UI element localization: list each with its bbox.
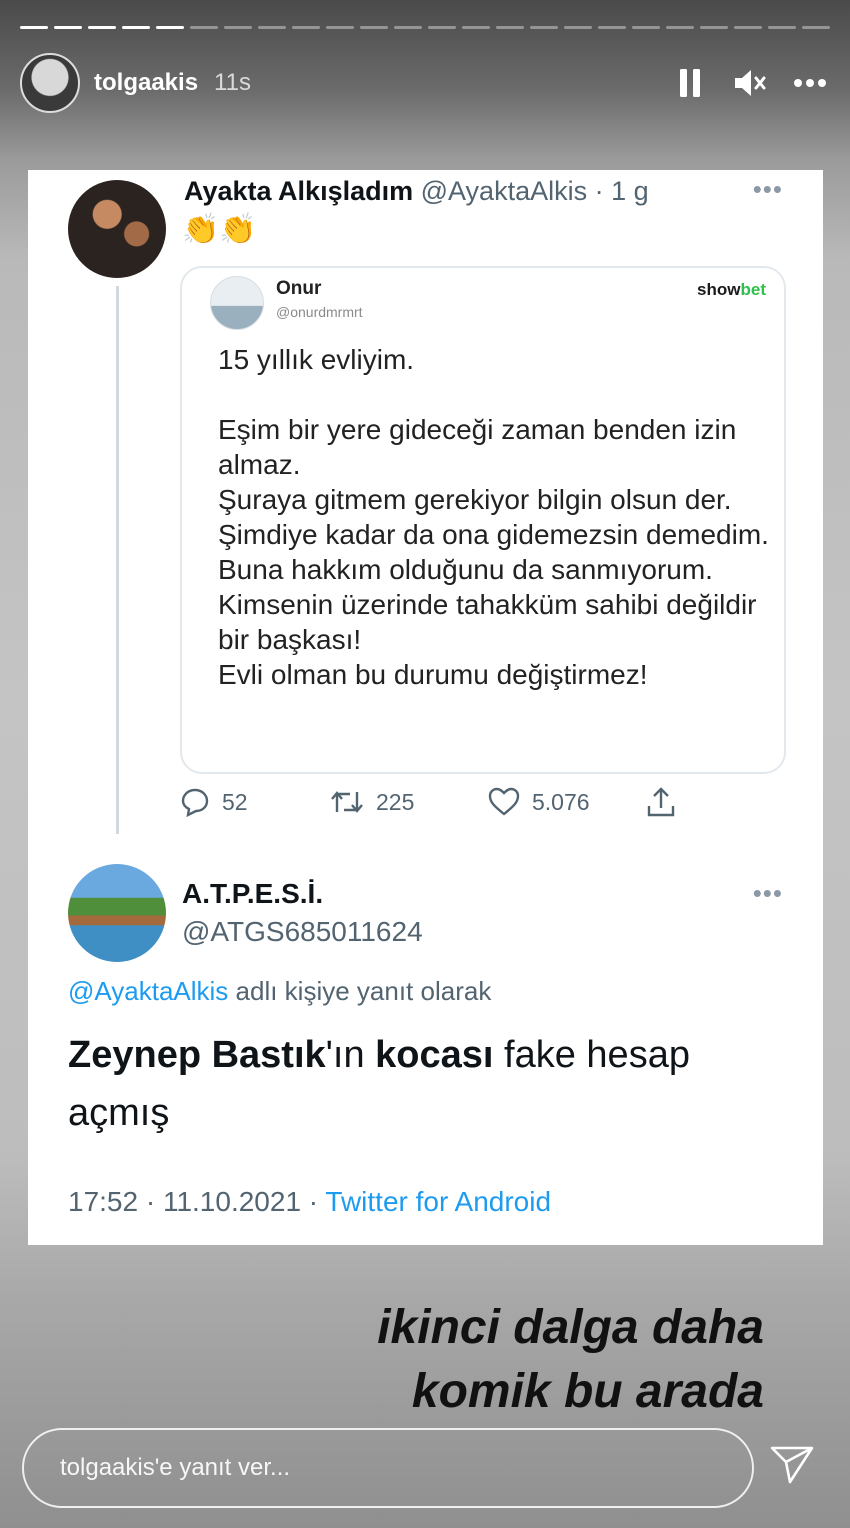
progress-segment (394, 26, 422, 29)
caption-line-1: ikinci dalga daha (377, 1301, 764, 1354)
tweet2-meta: 17:52 · 11.10.2021 · Twitter for Android (68, 1186, 551, 1218)
tweet2-source: Twitter for Android (325, 1186, 552, 1217)
tweet1-header: Ayakta Alkışladım @AyaktaAlkis · 1 g (184, 176, 649, 207)
send-icon[interactable] (768, 1440, 816, 1488)
story-controls (670, 63, 830, 103)
reply-placeholder: tolgaakis'e yanıt ver... (60, 1454, 291, 1481)
caption-line-2: komik bu arada (411, 1365, 764, 1418)
tweet1-emoji: 👏👏 (182, 213, 257, 246)
story-reply-input[interactable]: tolgaakis'e yanıt ver... (22, 1428, 754, 1508)
progress-segment (564, 26, 592, 29)
quoted-post: Onur @onurdmrmrt showbet 15 yıllık evliy… (180, 266, 786, 774)
replying-mention: @AyaktaAlkis (68, 976, 229, 1006)
story-time: 11s (214, 69, 251, 96)
progress-segment (530, 26, 558, 29)
progress-segment (632, 26, 660, 29)
tweet1-name: Ayakta Alkışladım (184, 176, 414, 206)
tweet1-handle: @AyaktaAlkis (420, 176, 588, 206)
progress-segment (122, 26, 150, 29)
quote-handle: @onurdmrmrt (276, 304, 363, 320)
tweet2-more-icon: ••• (752, 878, 783, 908)
progress-segment (734, 26, 762, 29)
pause-icon[interactable] (670, 63, 710, 103)
like-count: 5.076 (532, 788, 590, 815)
progress-segment (462, 26, 490, 29)
tweet2-body: Zeynep Bastık'ın kocası fake hesap açmış (68, 1034, 690, 1134)
progress-segment (428, 26, 456, 29)
tweet1-separator: · (587, 176, 612, 206)
story-header: tolgaakis 11s (20, 52, 830, 114)
share-action (646, 786, 676, 818)
story-progress-bar (20, 26, 830, 30)
tweet1-avatar (68, 180, 166, 278)
progress-segment (496, 26, 524, 29)
share-icon (647, 787, 675, 817)
more-options-icon[interactable] (790, 63, 830, 103)
quote-text: 15 yıllık evliyim. Eşim bir yere gideceğ… (218, 344, 769, 690)
progress-segment (768, 26, 796, 29)
progress-segment (802, 26, 830, 29)
retweet-action: 225 (330, 788, 488, 816)
retweet-icon (331, 791, 363, 813)
progress-segment (292, 26, 320, 29)
progress-segment (598, 26, 626, 29)
progress-segment (224, 26, 252, 29)
progress-segment (156, 26, 184, 29)
progress-segment (88, 26, 116, 29)
progress-segment (326, 26, 354, 29)
progress-segment (666, 26, 694, 29)
reply-count: 52 (222, 788, 248, 815)
quote-avatar (210, 276, 264, 330)
tweet2-name: A.T.P.E.S.İ. (182, 878, 324, 909)
reply-icon (181, 788, 209, 817)
thread-line (116, 286, 119, 834)
brand-logo: showbet (697, 280, 766, 299)
story-username[interactable]: tolgaakis (94, 69, 198, 97)
progress-segment (20, 26, 48, 29)
reply-action: 52 (180, 787, 330, 817)
progress-segment (700, 26, 728, 29)
story-caption: ikinci dalga daha komik bu arada (377, 1296, 764, 1424)
tweet2-timestamp: 17:52 · 11.10.2021 · (68, 1186, 326, 1217)
progress-segment (190, 26, 218, 29)
progress-segment (54, 26, 82, 29)
progress-segment (258, 26, 286, 29)
retweet-count: 225 (376, 788, 415, 815)
like-action: 5.076 (488, 787, 646, 817)
mute-icon[interactable] (730, 63, 770, 103)
replying-to: @AyaktaAlkis adlı kişiye yanıt olarak (68, 976, 492, 1006)
story-avatar[interactable] (20, 53, 80, 113)
heart-icon (488, 787, 520, 816)
tweet2-handle: @ATGS685011624 (182, 916, 423, 947)
tweet1-actions: 52 225 5.076 (180, 786, 676, 818)
quote-name: Onur (276, 278, 322, 299)
tweet1-time: 1 g (611, 176, 649, 206)
tweet1-more-icon: ••• (752, 174, 783, 204)
tweet2-avatar (68, 864, 166, 962)
progress-segment (360, 26, 388, 29)
tweet-screenshot: Ayakta Alkışladım @AyaktaAlkis · 1 g •••… (28, 170, 823, 1245)
